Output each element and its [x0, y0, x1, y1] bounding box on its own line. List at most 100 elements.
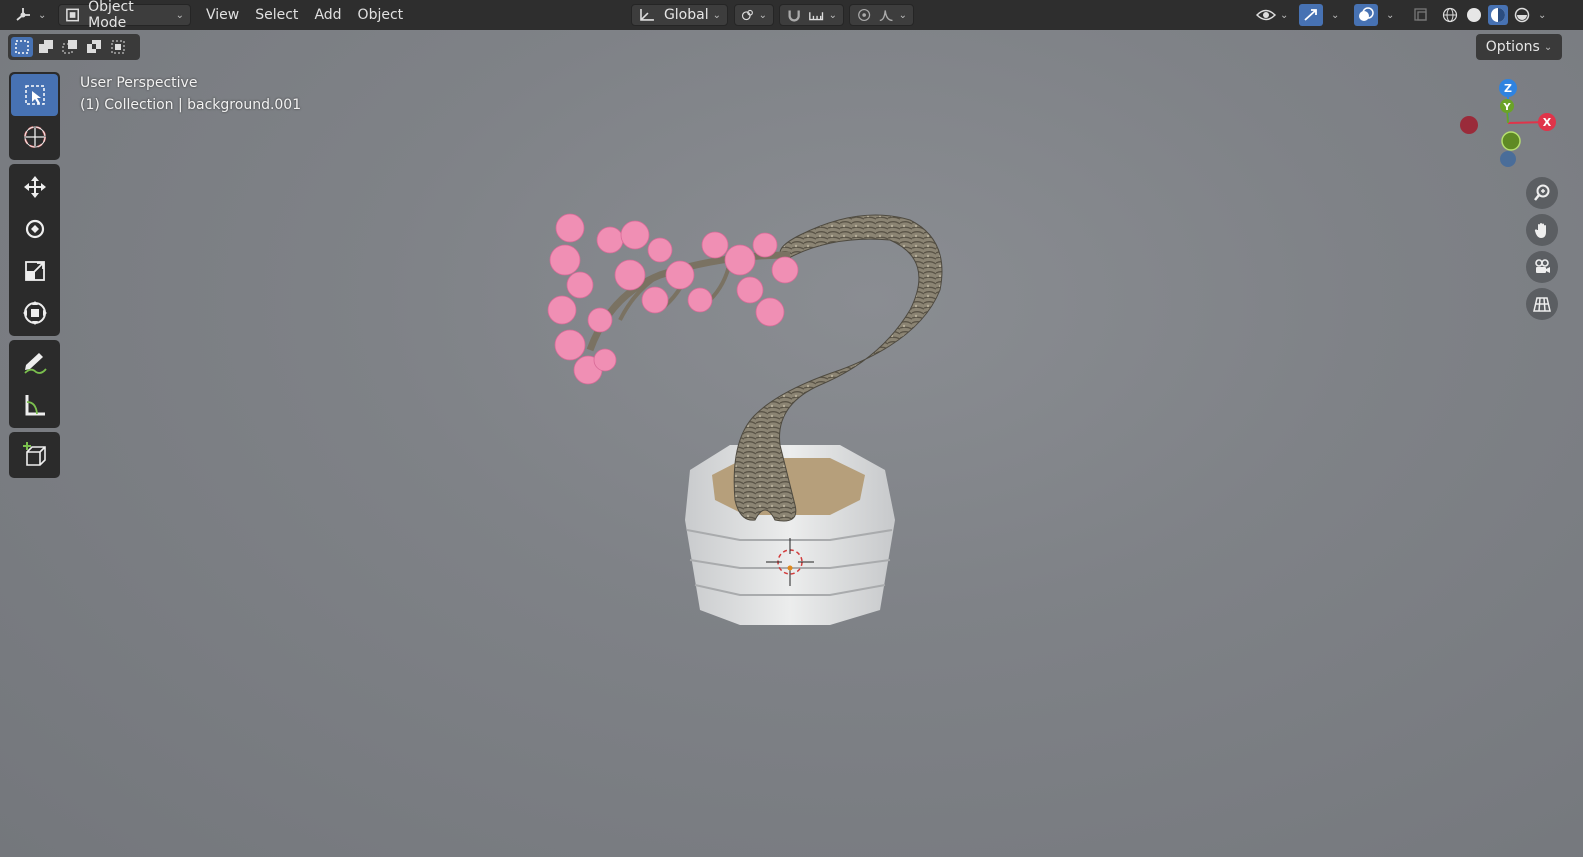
transform-orientation-icon: [640, 9, 654, 21]
pot: [685, 445, 895, 625]
pan-hand-icon: [1534, 223, 1546, 238]
ortho-toggle-button[interactable]: [1526, 288, 1558, 320]
snap-group[interactable]: ⌄: [779, 4, 844, 26]
menu-add[interactable]: Add: [306, 7, 349, 23]
pivot-point-dropdown[interactable]: ⌄: [734, 4, 774, 26]
shading-rendered-button[interactable]: [1512, 5, 1532, 25]
xray-icon: [1414, 8, 1427, 21]
overlays-icon: [1359, 7, 1374, 21]
svg-text:Z: Z: [1504, 82, 1512, 95]
chevron-down-icon: ⌄: [1331, 9, 1340, 21]
cursor-icon: [23, 126, 46, 148]
move-icon: [23, 176, 46, 198]
material-sphere-icon: [1491, 8, 1505, 22]
collection-label: (1) Collection | background.001: [80, 97, 302, 113]
select-set-icon: [15, 40, 29, 54]
proportional-editing-group[interactable]: ⌄: [849, 4, 914, 26]
select-mode-extend[interactable]: [35, 37, 57, 57]
rotate-icon: [25, 219, 44, 239]
zoom-button[interactable]: [1526, 177, 1558, 209]
menu-select[interactable]: Select: [247, 7, 306, 23]
rendered-sphere-icon: [1514, 7, 1530, 23]
mode-dropdown[interactable]: Object Mode ⌄: [58, 0, 191, 31]
select-intersect-icon: [111, 40, 125, 54]
tool-add-cube[interactable]: [11, 434, 58, 476]
gizmo-toggle[interactable]: ⌄: [1299, 4, 1339, 26]
select-subtract-icon: [62, 40, 77, 54]
select-mode-intersect[interactable]: [107, 37, 129, 57]
scale-icon: [24, 261, 45, 281]
chevron-down-icon: ⌄: [758, 9, 767, 21]
gizmo-z-axis[interactable]: Z: [1499, 79, 1517, 97]
gizmo-neg-z[interactable]: [1500, 151, 1516, 167]
select-mode-difference[interactable]: [83, 37, 105, 57]
tool-transform[interactable]: [11, 292, 58, 334]
selection-mode-bar: [8, 34, 140, 60]
chevron-down-icon: ⌄: [1543, 41, 1553, 53]
svg-text:Y: Y: [1502, 102, 1511, 113]
shading-wireframe-button[interactable]: [1440, 5, 1460, 25]
transform-orientation-label: Global: [663, 7, 709, 23]
object-mode-icon: [66, 8, 80, 22]
shading-solid-button[interactable]: [1464, 5, 1484, 25]
tool-annotate[interactable]: [11, 342, 58, 384]
annotate-icon: [23, 353, 47, 374]
gizmo-neg-y[interactable]: [1501, 131, 1521, 151]
options-label: Options: [1485, 39, 1540, 55]
falloff-curve-icon: [880, 10, 893, 22]
zoom-icon: [1534, 184, 1550, 201]
tool-shelf: [9, 72, 60, 482]
mode-label: Object Mode: [88, 0, 134, 31]
camera-view-button[interactable]: [1526, 251, 1558, 283]
menu-view[interactable]: View: [198, 7, 247, 23]
overlays-toggle[interactable]: ⌄: [1354, 4, 1394, 26]
chevron-down-icon: ⌄: [1280, 9, 1289, 21]
gizmo-x-axis[interactable]: X: [1538, 113, 1556, 131]
transform-orientation-dropdown[interactable]: Global ⌄: [631, 4, 728, 26]
shading-modes: ⌄: [1440, 4, 1546, 26]
options-dropdown[interactable]: Options ⌄: [1476, 34, 1562, 60]
select-extend-icon: [39, 40, 53, 53]
add-cube-icon: [22, 442, 46, 466]
shading-material-preview-button[interactable]: [1488, 5, 1508, 25]
editor-type-button[interactable]: ⌄: [14, 4, 46, 26]
menu-object[interactable]: Object: [350, 7, 412, 23]
svg-text:X: X: [1543, 116, 1552, 129]
snap-magnet-icon: [788, 10, 800, 22]
chevron-down-icon[interactable]: ⌄: [1538, 10, 1546, 21]
perspective-label: User Perspective: [80, 75, 198, 91]
select-box-icon: [24, 85, 45, 105]
tool-select-box[interactable]: [11, 74, 58, 116]
measure-icon: [25, 395, 45, 416]
wireframe-sphere-icon: [1442, 7, 1458, 23]
gizmo-y-axis[interactable]: Y: [1500, 99, 1514, 113]
pan-button[interactable]: [1526, 214, 1558, 246]
tool-rotate[interactable]: [11, 208, 58, 250]
visibility-dropdown[interactable]: ⌄: [1256, 4, 1288, 26]
chevron-down-icon: ⌄: [828, 9, 837, 21]
tool-scale[interactable]: [11, 250, 58, 292]
bonsai-scene[interactable]: [540, 200, 1040, 640]
viewport-info: User Perspective (1) Collection | backgr…: [80, 72, 301, 116]
gizmo-icon: [1304, 9, 1317, 21]
3d-viewport-icon: [16, 8, 30, 21]
eye-icon: [1256, 9, 1276, 21]
chevron-down-icon: ⌄: [1386, 9, 1395, 21]
ortho-grid-icon: [1533, 297, 1551, 312]
select-mode-set[interactable]: [11, 37, 33, 57]
tool-move[interactable]: [11, 166, 58, 208]
tool-measure[interactable]: [11, 384, 58, 426]
chevron-down-icon: ⌄: [175, 9, 184, 21]
xray-toggle[interactable]: [1412, 4, 1430, 26]
3d-viewport[interactable]: User Perspective (1) Collection | backgr…: [0, 0, 1583, 857]
chevron-down-icon: ⌄: [38, 9, 47, 21]
transform-icon: [22, 301, 47, 325]
navigation-gizmo[interactable]: X Y Z: [1455, 76, 1565, 176]
gizmo-neg-x[interactable]: [1460, 116, 1478, 134]
tool-cursor[interactable]: [11, 116, 58, 158]
select-mode-subtract[interactable]: [59, 37, 81, 57]
chevron-down-icon: ⌄: [898, 9, 907, 21]
snap-increment-icon: [809, 12, 824, 21]
solid-sphere-icon: [1467, 8, 1481, 22]
pivot-point-icon: [741, 9, 753, 21]
